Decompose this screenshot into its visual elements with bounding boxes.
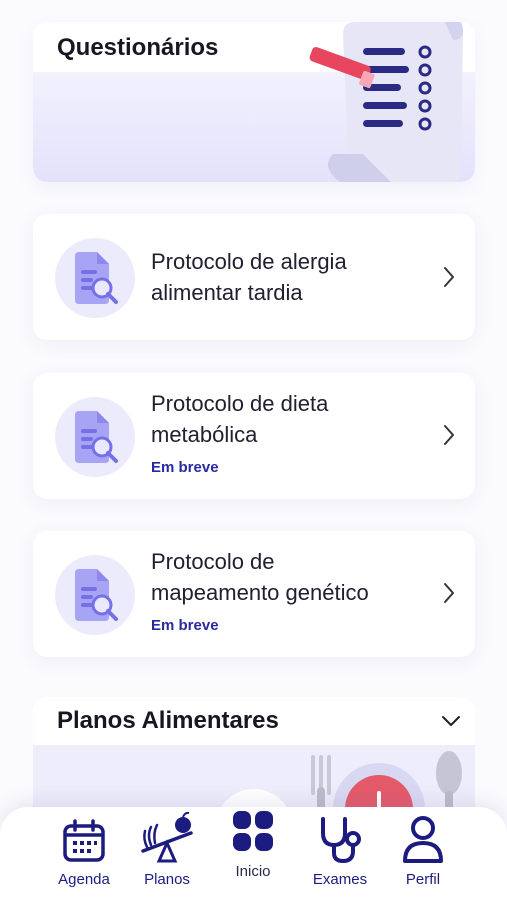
grid-icon bbox=[233, 811, 273, 851]
nav-item-agenda[interactable]: Agenda bbox=[44, 807, 124, 900]
nav-item-planos[interactable]: Planos bbox=[127, 807, 207, 900]
questionnaires-title: Questionários bbox=[57, 34, 219, 61]
chevron-right-icon bbox=[444, 583, 454, 603]
card-title-line1: Protocolo de alergia bbox=[151, 249, 347, 274]
protocol-card-genetic-mapping[interactable]: Protocolo de mapeamento genético Em brev… bbox=[33, 531, 475, 657]
nav-label: Agenda bbox=[58, 871, 110, 888]
card-title-line2: mapeamento genético bbox=[151, 580, 369, 605]
protocol-card-metabolic-diet[interactable]: Protocolo de dieta metabólica Em breve bbox=[33, 373, 475, 499]
chevron-right-icon bbox=[444, 425, 454, 445]
card-title-line2: alimentar tardia bbox=[151, 280, 303, 305]
document-search-icon bbox=[55, 397, 135, 477]
nav-item-exames[interactable]: Exames bbox=[300, 807, 380, 900]
chevron-down-icon[interactable] bbox=[439, 709, 463, 733]
checklist-scroll-icon bbox=[309, 22, 463, 182]
nav-item-perfil[interactable]: Perfil bbox=[383, 807, 463, 900]
stethoscope-icon bbox=[321, 817, 361, 864]
nav-label: Exames bbox=[312, 871, 368, 888]
nav-item-inicio[interactable]: Inicio bbox=[213, 807, 293, 900]
document-search-icon bbox=[55, 238, 135, 318]
calendar-icon bbox=[63, 819, 105, 862]
card-title-line1: Protocolo de bbox=[151, 549, 275, 574]
document-search-icon bbox=[55, 555, 135, 635]
nav-label: Inicio bbox=[235, 863, 271, 880]
meal-plans-title: Planos Alimentares bbox=[57, 707, 279, 734]
nav-label: Planos bbox=[144, 871, 190, 888]
coming-soon-label: Em breve bbox=[151, 617, 219, 634]
card-title-line1: Protocolo de dieta bbox=[151, 391, 329, 416]
chevron-right-icon bbox=[444, 267, 454, 287]
nav-label: Perfil bbox=[405, 871, 441, 888]
scale-icon bbox=[141, 811, 193, 863]
person-icon bbox=[403, 816, 443, 863]
coming-soon-label: Em breve bbox=[151, 459, 219, 476]
questionnaires-banner[interactable]: Questionários bbox=[33, 22, 475, 182]
home-screen: Questionários Protocolo de alergia alime… bbox=[0, 0, 507, 900]
card-title-line2: metabólica bbox=[151, 422, 258, 447]
bottom-navigation: Agenda Planos Inicio Exames Perfil bbox=[0, 807, 507, 900]
protocol-card-food-allergy[interactable]: Protocolo de alergia alimentar tardia bbox=[33, 214, 475, 340]
